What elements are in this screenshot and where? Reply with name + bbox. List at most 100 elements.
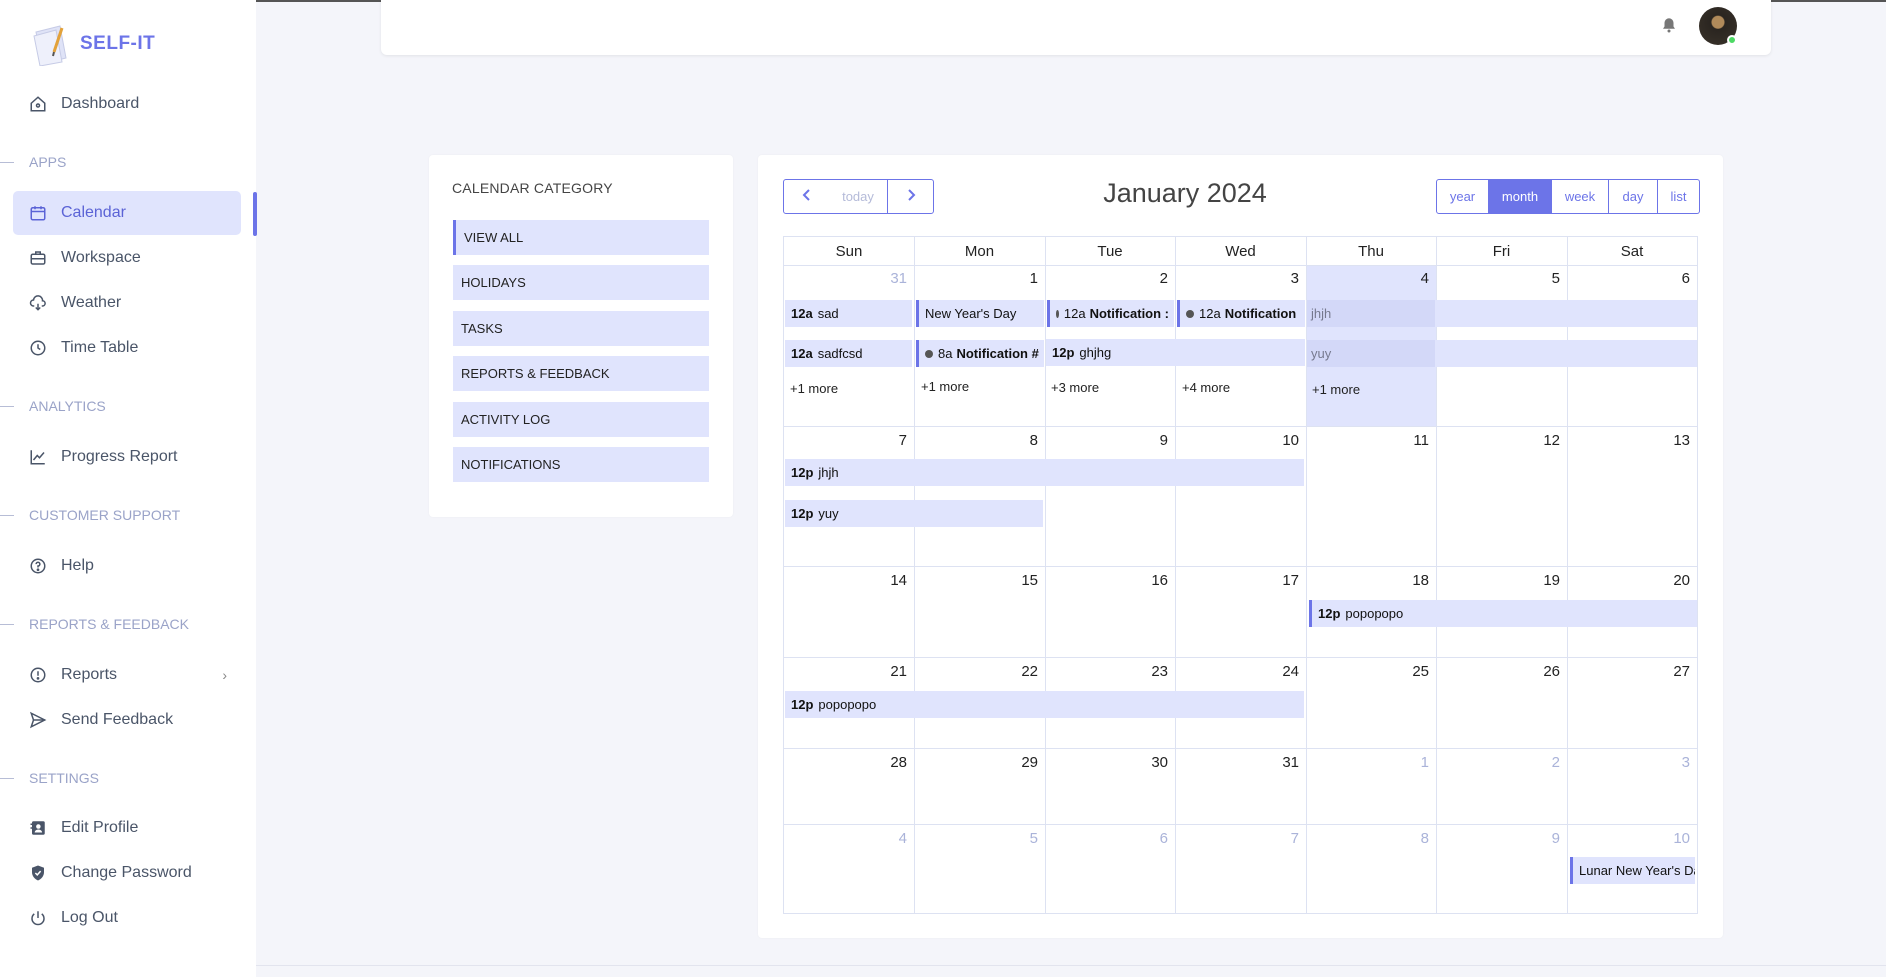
category-holidays[interactable]: HOLIDAYS bbox=[453, 265, 709, 300]
day-number[interactable]: 19 bbox=[1520, 572, 1560, 589]
sidebar-item-dashboard[interactable]: Dashboard bbox=[13, 82, 241, 126]
category-tasks[interactable]: TASKS bbox=[453, 311, 709, 346]
sidebar-item-calendar[interactable]: Calendar bbox=[13, 191, 241, 235]
event-new-years-day[interactable]: New Year's Day bbox=[916, 300, 1044, 327]
day-number[interactable]: 9 bbox=[1520, 830, 1560, 847]
event-lunar-new-year[interactable]: Lunar New Year's Day bbox=[1570, 857, 1695, 884]
sidebar-item-workspace[interactable]: Workspace bbox=[13, 236, 241, 280]
day-number[interactable]: 24 bbox=[1259, 663, 1299, 680]
category-reports-feedback[interactable]: REPORTS & FEEDBACK bbox=[453, 356, 709, 391]
day-number[interactable]: 15 bbox=[998, 572, 1038, 589]
day-number[interactable]: 3 bbox=[1650, 754, 1690, 771]
sidebar-item-help[interactable]: Help bbox=[13, 544, 241, 588]
prev-month-button[interactable] bbox=[783, 179, 830, 214]
sidebar-item-log-out[interactable]: Log Out bbox=[13, 896, 241, 940]
event-ghjhg[interactable]: 12p ghjhg bbox=[1046, 339, 1305, 366]
event-jhjh[interactable]: 12p jhjh bbox=[785, 459, 1304, 486]
view-list-button[interactable]: list bbox=[1658, 179, 1700, 214]
day-number[interactable]: 31 bbox=[867, 270, 907, 287]
view-month-button[interactable]: month bbox=[1489, 179, 1552, 214]
bell-icon[interactable] bbox=[1660, 16, 1678, 34]
day-number[interactable]: 10 bbox=[1259, 432, 1299, 449]
category-title: CALENDAR CATEGORY bbox=[452, 180, 613, 196]
category-view-all[interactable]: VIEW ALL bbox=[453, 220, 709, 255]
day-number[interactable]: 9 bbox=[1128, 432, 1168, 449]
category-notifications[interactable]: NOTIFICATIONS bbox=[453, 447, 709, 482]
sidebar-item-time-table[interactable]: Time Table bbox=[13, 326, 241, 370]
day-number[interactable]: 2 bbox=[1520, 754, 1560, 771]
day-number[interactable]: 17 bbox=[1259, 572, 1299, 589]
today-button[interactable]: today bbox=[829, 179, 888, 214]
next-month-button[interactable] bbox=[887, 179, 934, 214]
day-number[interactable]: 8 bbox=[998, 432, 1038, 449]
day-number[interactable]: 23 bbox=[1128, 663, 1168, 680]
day-number[interactable]: 31 bbox=[1259, 754, 1299, 771]
day-number[interactable]: 26 bbox=[1520, 663, 1560, 680]
day-number[interactable]: 12 bbox=[1520, 432, 1560, 449]
view-day-button[interactable]: day bbox=[1609, 179, 1658, 214]
sidebar-item-label: Help bbox=[61, 557, 94, 574]
sidebar-item-change-password[interactable]: Change Password bbox=[13, 851, 241, 895]
day-number[interactable]: 29 bbox=[998, 754, 1038, 771]
section-analytics: ANALYTICS bbox=[0, 398, 106, 414]
sidebar-item-send-feedback[interactable]: Send Feedback bbox=[13, 698, 241, 742]
day-number[interactable]: 4 bbox=[1389, 270, 1429, 287]
day-number[interactable]: 2 bbox=[1128, 270, 1168, 287]
sidebar-item-label: Change Password bbox=[61, 864, 192, 881]
event-popopopo[interactable]: 12p popopopo bbox=[785, 691, 1304, 718]
send-icon bbox=[29, 711, 47, 729]
day-number[interactable]: 13 bbox=[1650, 432, 1690, 449]
view-week-button[interactable]: week bbox=[1552, 179, 1609, 214]
weekday-sat: Sat bbox=[1620, 242, 1644, 260]
event-popopopo[interactable]: 12p popopopo bbox=[1309, 600, 1697, 627]
day-number[interactable]: 18 bbox=[1389, 572, 1429, 589]
day-number[interactable]: 6 bbox=[1650, 270, 1690, 287]
day-number[interactable]: 1 bbox=[1389, 754, 1429, 771]
sidebar-item-edit-profile[interactable]: Edit Profile bbox=[13, 806, 241, 850]
event-yuy[interactable]: 12p yuy bbox=[785, 500, 1043, 527]
sidebar-item-reports[interactable]: Reports › bbox=[13, 653, 241, 697]
day-number[interactable]: 4 bbox=[867, 830, 907, 847]
day-number[interactable]: 7 bbox=[1259, 830, 1299, 847]
more-events-link[interactable]: +1 more bbox=[921, 379, 969, 394]
more-events-link[interactable]: +1 more bbox=[790, 381, 838, 396]
day-number[interactable]: 8 bbox=[1389, 830, 1429, 847]
chevron-left-icon bbox=[801, 188, 813, 205]
day-number[interactable]: 16 bbox=[1128, 572, 1168, 589]
day-number[interactable]: 5 bbox=[1520, 270, 1560, 287]
day-number[interactable]: 14 bbox=[867, 572, 907, 589]
weekday-mon: Mon bbox=[964, 242, 995, 260]
day-number[interactable]: 5 bbox=[998, 830, 1038, 847]
day-number[interactable]: 1 bbox=[998, 270, 1038, 287]
sidebar-item-weather[interactable]: Weather bbox=[13, 281, 241, 325]
day-number[interactable]: 20 bbox=[1650, 572, 1690, 589]
event-notification[interactable]: 12a Notification bbox=[1177, 300, 1305, 327]
sidebar-item-progress-report[interactable]: Progress Report bbox=[13, 435, 241, 479]
view-year-button[interactable]: year bbox=[1436, 179, 1489, 214]
day-number[interactable]: 22 bbox=[998, 663, 1038, 680]
avatar[interactable] bbox=[1699, 7, 1737, 45]
day-number[interactable]: 3 bbox=[1259, 270, 1299, 287]
more-events-link[interactable]: +3 more bbox=[1051, 380, 1099, 395]
day-number[interactable]: 21 bbox=[867, 663, 907, 680]
day-number[interactable]: 6 bbox=[1128, 830, 1168, 847]
more-events-link[interactable]: +4 more bbox=[1182, 380, 1230, 395]
day-number[interactable]: 11 bbox=[1389, 432, 1429, 449]
weekday-fri: Fri bbox=[1492, 242, 1511, 260]
day-number[interactable]: 10 bbox=[1650, 830, 1690, 847]
app-logo[interactable]: SELF-IT bbox=[32, 22, 156, 67]
day-number[interactable]: 7 bbox=[867, 432, 907, 449]
app-name: SELF-IT bbox=[80, 33, 156, 54]
sidebar-item-label: Weather bbox=[61, 294, 122, 311]
day-number[interactable]: 28 bbox=[867, 754, 907, 771]
event-notification-8a[interactable]: 8a Notification # bbox=[916, 340, 1044, 367]
day-number[interactable]: 30 bbox=[1128, 754, 1168, 771]
category-activity-log[interactable]: ACTIVITY LOG bbox=[453, 402, 709, 437]
event-sadfcsd[interactable]: 12a sadfcsd bbox=[785, 340, 912, 367]
day-number[interactable]: 27 bbox=[1650, 663, 1690, 680]
day-number[interactable]: 25 bbox=[1389, 663, 1429, 680]
event-sad[interactable]: 12a sad bbox=[785, 300, 912, 327]
more-events-link[interactable]: +1 more bbox=[1312, 382, 1360, 397]
event-notification[interactable]: 12a Notification : bbox=[1047, 300, 1174, 327]
topbar bbox=[381, 0, 1771, 55]
